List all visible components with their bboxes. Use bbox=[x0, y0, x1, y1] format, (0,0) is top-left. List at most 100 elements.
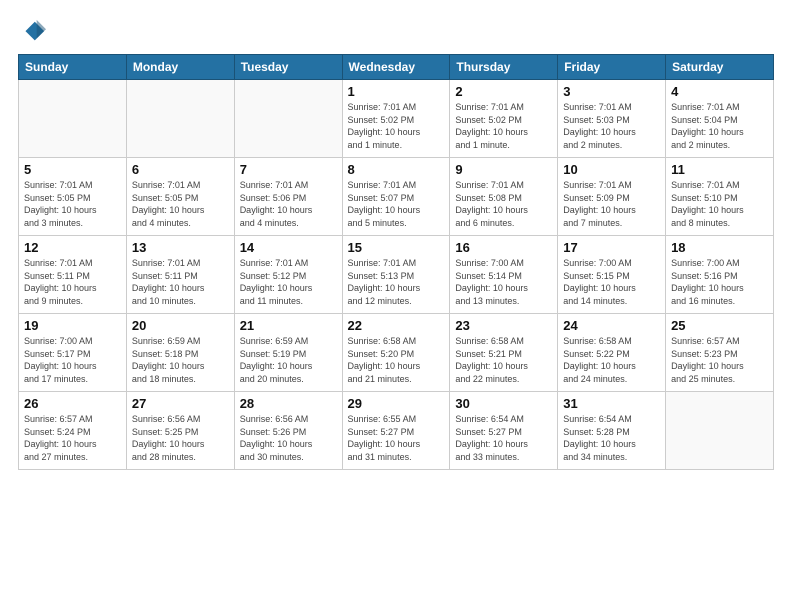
calendar-cell: 22 Sunrise: 6:58 AM Sunset: 5:20 PM Dayli… bbox=[342, 314, 450, 392]
day-info: Sunrise: 7:01 AM Sunset: 5:10 PM Dayligh… bbox=[671, 179, 768, 229]
weekday-header: Tuesday bbox=[234, 55, 342, 80]
calendar-cell: 3 Sunrise: 7:01 AM Sunset: 5:03 PM Daylig… bbox=[558, 80, 666, 158]
day-info: Sunrise: 6:57 AM Sunset: 5:24 PM Dayligh… bbox=[24, 413, 121, 463]
calendar-cell: 6 Sunrise: 7:01 AM Sunset: 5:05 PM Daylig… bbox=[126, 158, 234, 236]
calendar-cell: 25 Sunrise: 6:57 AM Sunset: 5:23 PM Dayli… bbox=[666, 314, 774, 392]
day-info: Sunrise: 7:01 AM Sunset: 5:06 PM Dayligh… bbox=[240, 179, 337, 229]
day-info: Sunrise: 6:56 AM Sunset: 5:26 PM Dayligh… bbox=[240, 413, 337, 463]
day-number: 6 bbox=[132, 162, 229, 177]
day-info: Sunrise: 7:00 AM Sunset: 5:14 PM Dayligh… bbox=[455, 257, 552, 307]
day-info: Sunrise: 6:59 AM Sunset: 5:19 PM Dayligh… bbox=[240, 335, 337, 385]
calendar-cell: 16 Sunrise: 7:00 AM Sunset: 5:14 PM Dayli… bbox=[450, 236, 558, 314]
day-number: 2 bbox=[455, 84, 552, 99]
day-number: 11 bbox=[671, 162, 768, 177]
day-info: Sunrise: 6:59 AM Sunset: 5:18 PM Dayligh… bbox=[132, 335, 229, 385]
calendar-cell: 18 Sunrise: 7:00 AM Sunset: 5:16 PM Dayli… bbox=[666, 236, 774, 314]
weekday-header: Thursday bbox=[450, 55, 558, 80]
day-number: 1 bbox=[348, 84, 445, 99]
day-info: Sunrise: 6:57 AM Sunset: 5:23 PM Dayligh… bbox=[671, 335, 768, 385]
day-info: Sunrise: 7:01 AM Sunset: 5:05 PM Dayligh… bbox=[132, 179, 229, 229]
day-number: 13 bbox=[132, 240, 229, 255]
weekday-header: Sunday bbox=[19, 55, 127, 80]
calendar-cell: 11 Sunrise: 7:01 AM Sunset: 5:10 PM Dayli… bbox=[666, 158, 774, 236]
day-info: Sunrise: 7:01 AM Sunset: 5:03 PM Dayligh… bbox=[563, 101, 660, 151]
calendar-cell: 9Sunrise: 7:01 AM Sunset: 5:08 PM Daylig… bbox=[450, 158, 558, 236]
calendar-cell: 8 Sunrise: 7:01 AM Sunset: 5:07 PM Daylig… bbox=[342, 158, 450, 236]
day-info: Sunrise: 7:01 AM Sunset: 5:11 PM Dayligh… bbox=[24, 257, 121, 307]
day-number: 18 bbox=[671, 240, 768, 255]
day-info: Sunrise: 6:54 AM Sunset: 5:27 PM Dayligh… bbox=[455, 413, 552, 463]
weekday-header: Saturday bbox=[666, 55, 774, 80]
day-info: Sunrise: 7:01 AM Sunset: 5:08 PM Dayligh… bbox=[455, 179, 552, 229]
day-number: 12 bbox=[24, 240, 121, 255]
calendar-cell: 30 Sunrise: 6:54 AM Sunset: 5:27 PM Dayli… bbox=[450, 392, 558, 470]
day-number: 27 bbox=[132, 396, 229, 411]
calendar-cell: 12 Sunrise: 7:01 AM Sunset: 5:11 PM Dayli… bbox=[19, 236, 127, 314]
day-number: 28 bbox=[240, 396, 337, 411]
day-info: Sunrise: 7:00 AM Sunset: 5:15 PM Dayligh… bbox=[563, 257, 660, 307]
day-info: Sunrise: 7:01 AM Sunset: 5:04 PM Dayligh… bbox=[671, 101, 768, 151]
calendar-cell: 7 Sunrise: 7:01 AM Sunset: 5:06 PM Daylig… bbox=[234, 158, 342, 236]
day-info: Sunrise: 7:01 AM Sunset: 5:05 PM Dayligh… bbox=[24, 179, 121, 229]
day-number: 16 bbox=[455, 240, 552, 255]
day-number: 22 bbox=[348, 318, 445, 333]
day-info: Sunrise: 7:00 AM Sunset: 5:17 PM Dayligh… bbox=[24, 335, 121, 385]
day-number: 10 bbox=[563, 162, 660, 177]
calendar-cell: 2 Sunrise: 7:01 AM Sunset: 5:02 PM Daylig… bbox=[450, 80, 558, 158]
calendar-cell: 20 Sunrise: 6:59 AM Sunset: 5:18 PM Dayli… bbox=[126, 314, 234, 392]
day-number: 7 bbox=[240, 162, 337, 177]
day-number: 29 bbox=[348, 396, 445, 411]
calendar-cell bbox=[126, 80, 234, 158]
day-info: Sunrise: 7:01 AM Sunset: 5:12 PM Dayligh… bbox=[240, 257, 337, 307]
day-info: Sunrise: 7:00 AM Sunset: 5:16 PM Dayligh… bbox=[671, 257, 768, 307]
calendar-cell: 10 Sunrise: 7:01 AM Sunset: 5:09 PM Dayli… bbox=[558, 158, 666, 236]
day-number: 26 bbox=[24, 396, 121, 411]
day-number: 24 bbox=[563, 318, 660, 333]
day-number: 25 bbox=[671, 318, 768, 333]
weekday-header: Monday bbox=[126, 55, 234, 80]
logo-icon bbox=[18, 18, 46, 46]
calendar-cell: 27 Sunrise: 6:56 AM Sunset: 5:25 PM Dayli… bbox=[126, 392, 234, 470]
day-number: 30 bbox=[455, 396, 552, 411]
calendar-cell: 17 Sunrise: 7:00 AM Sunset: 5:15 PM Dayli… bbox=[558, 236, 666, 314]
day-number: 21 bbox=[240, 318, 337, 333]
weekday-header: Wednesday bbox=[342, 55, 450, 80]
logo bbox=[18, 18, 50, 46]
day-number: 23 bbox=[455, 318, 552, 333]
day-info: Sunrise: 7:01 AM Sunset: 5:07 PM Dayligh… bbox=[348, 179, 445, 229]
calendar-cell: 15 Sunrise: 7:01 AM Sunset: 5:13 PM Dayli… bbox=[342, 236, 450, 314]
calendar-page: SundayMondayTuesdayWednesdayThursdayFrid… bbox=[0, 0, 792, 612]
calendar-cell: 13 Sunrise: 7:01 AM Sunset: 5:11 PM Dayli… bbox=[126, 236, 234, 314]
day-info: Sunrise: 6:54 AM Sunset: 5:28 PM Dayligh… bbox=[563, 413, 660, 463]
calendar-cell: 26 Sunrise: 6:57 AM Sunset: 5:24 PM Dayli… bbox=[19, 392, 127, 470]
day-info: Sunrise: 7:01 AM Sunset: 5:11 PM Dayligh… bbox=[132, 257, 229, 307]
day-info: Sunrise: 6:58 AM Sunset: 5:21 PM Dayligh… bbox=[455, 335, 552, 385]
day-number: 17 bbox=[563, 240, 660, 255]
calendar-cell: 5Sunrise: 7:01 AM Sunset: 5:05 PM Daylig… bbox=[19, 158, 127, 236]
day-number: 3 bbox=[563, 84, 660, 99]
calendar-cell: 31 Sunrise: 6:54 AM Sunset: 5:28 PM Dayli… bbox=[558, 392, 666, 470]
day-number: 31 bbox=[563, 396, 660, 411]
day-number: 8 bbox=[348, 162, 445, 177]
day-info: Sunrise: 6:58 AM Sunset: 5:20 PM Dayligh… bbox=[348, 335, 445, 385]
day-number: 15 bbox=[348, 240, 445, 255]
calendar-cell: 14 Sunrise: 7:01 AM Sunset: 5:12 PM Dayli… bbox=[234, 236, 342, 314]
day-info: Sunrise: 7:01 AM Sunset: 5:09 PM Dayligh… bbox=[563, 179, 660, 229]
calendar-cell bbox=[19, 80, 127, 158]
calendar-cell: 1 Sunrise: 7:01 AM Sunset: 5:02 PM Daylig… bbox=[342, 80, 450, 158]
day-info: Sunrise: 7:01 AM Sunset: 5:02 PM Dayligh… bbox=[348, 101, 445, 151]
day-info: Sunrise: 6:56 AM Sunset: 5:25 PM Dayligh… bbox=[132, 413, 229, 463]
calendar-cell: 4Sunrise: 7:01 AM Sunset: 5:04 PM Daylig… bbox=[666, 80, 774, 158]
day-info: Sunrise: 6:55 AM Sunset: 5:27 PM Dayligh… bbox=[348, 413, 445, 463]
calendar-cell: 19Sunrise: 7:00 AM Sunset: 5:17 PM Dayli… bbox=[19, 314, 127, 392]
day-number: 14 bbox=[240, 240, 337, 255]
header bbox=[18, 18, 774, 46]
day-number: 20 bbox=[132, 318, 229, 333]
day-info: Sunrise: 7:01 AM Sunset: 5:02 PM Dayligh… bbox=[455, 101, 552, 151]
calendar-cell: 24 Sunrise: 6:58 AM Sunset: 5:22 PM Dayli… bbox=[558, 314, 666, 392]
day-info: Sunrise: 7:01 AM Sunset: 5:13 PM Dayligh… bbox=[348, 257, 445, 307]
calendar-cell: 21 Sunrise: 6:59 AM Sunset: 5:19 PM Dayli… bbox=[234, 314, 342, 392]
calendar-cell: 29 Sunrise: 6:55 AM Sunset: 5:27 PM Dayli… bbox=[342, 392, 450, 470]
day-info: Sunrise: 6:58 AM Sunset: 5:22 PM Dayligh… bbox=[563, 335, 660, 385]
calendar-cell: 23 Sunrise: 6:58 AM Sunset: 5:21 PM Dayli… bbox=[450, 314, 558, 392]
